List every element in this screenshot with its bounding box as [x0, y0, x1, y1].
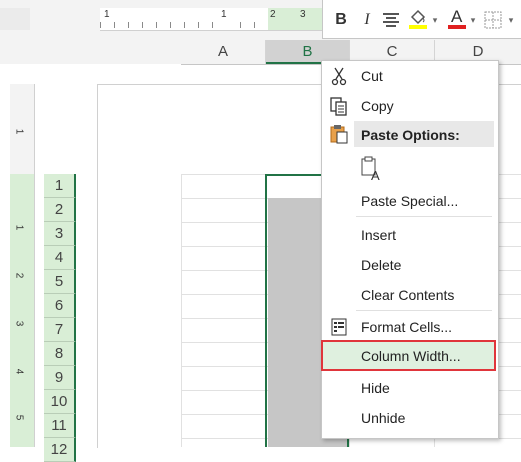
ruler-number: 3 [300, 9, 306, 20]
cut-icon [329, 66, 349, 86]
row-header[interactable]: 3 [44, 222, 76, 246]
column-header-a[interactable]: A [181, 40, 266, 64]
menu-item-clear-contents[interactable]: Clear Contents [361, 287, 454, 303]
ruler-number: 1 [104, 9, 110, 20]
copy-icon [329, 96, 349, 116]
align-center-icon[interactable] [381, 8, 401, 32]
row-header[interactable]: 5 [44, 270, 76, 294]
ruler-number: 5 [13, 414, 25, 421]
row-header[interactable]: 1 [44, 174, 76, 198]
ruler-number: 2 [13, 272, 25, 279]
ruler-number: 4 [13, 368, 25, 375]
italic-button[interactable]: I [359, 8, 375, 32]
menu-item-paste-special[interactable]: Paste Special... [361, 193, 458, 209]
row-header[interactable]: 4 [44, 246, 76, 270]
ruler-number: 1 [221, 9, 227, 20]
ruler-number: 1 [13, 224, 25, 231]
mini-toolbar: B I ▾ A ▾ ▾ [322, 0, 521, 39]
ruler-number: 1 [13, 128, 25, 135]
context-menu [321, 60, 499, 439]
fill-color-icon[interactable] [407, 8, 429, 32]
paste-icon [329, 124, 349, 144]
bold-button[interactable]: B [333, 8, 349, 32]
menu-item-copy[interactable]: Copy [361, 98, 394, 114]
menu-item-column-width[interactable]: Column Width... [361, 348, 461, 364]
vertical-ruler-selection [10, 174, 34, 447]
ruler-corner [0, 8, 30, 30]
row-header[interactable]: 11 [44, 414, 76, 438]
borders-icon[interactable] [483, 8, 503, 32]
menu-separator [356, 310, 492, 311]
paste-keep-text-only-icon[interactable]: A [360, 156, 384, 183]
row-header[interactable]: 2 [44, 198, 76, 222]
row-header[interactable]: 9 [44, 366, 76, 390]
paste-options-label: Paste Options: [361, 127, 460, 143]
row-header[interactable]: 10 [44, 390, 76, 414]
fill-color-dropdown-icon[interactable]: ▾ [431, 8, 439, 32]
menu-item-insert[interactable]: Insert [361, 227, 396, 243]
menu-separator [356, 216, 492, 217]
menu-item-cut[interactable]: Cut [361, 68, 383, 84]
ruler-number: 3 [13, 320, 25, 327]
font-color-dropdown-icon[interactable]: ▾ [469, 8, 477, 32]
menu-item-format-cells[interactable]: Format Cells... [361, 319, 452, 335]
format-cells-icon [329, 317, 349, 337]
menu-item-delete[interactable]: Delete [361, 257, 401, 273]
grid-line [181, 174, 182, 447]
ruler-number: 2 [270, 9, 276, 20]
horizontal-ruler-selection [268, 8, 322, 30]
row-header[interactable]: 6 [44, 294, 76, 318]
menu-item-unhide[interactable]: Unhide [361, 410, 405, 426]
font-color-icon[interactable]: A [447, 7, 467, 32]
svg-text:A: A [371, 168, 380, 182]
row-header[interactable]: 8 [44, 342, 76, 366]
menu-item-hide[interactable]: Hide [361, 380, 390, 396]
borders-dropdown-icon[interactable]: ▾ [507, 8, 515, 32]
row-header[interactable]: 12 [44, 438, 76, 462]
row-header[interactable]: 7 [44, 318, 76, 342]
